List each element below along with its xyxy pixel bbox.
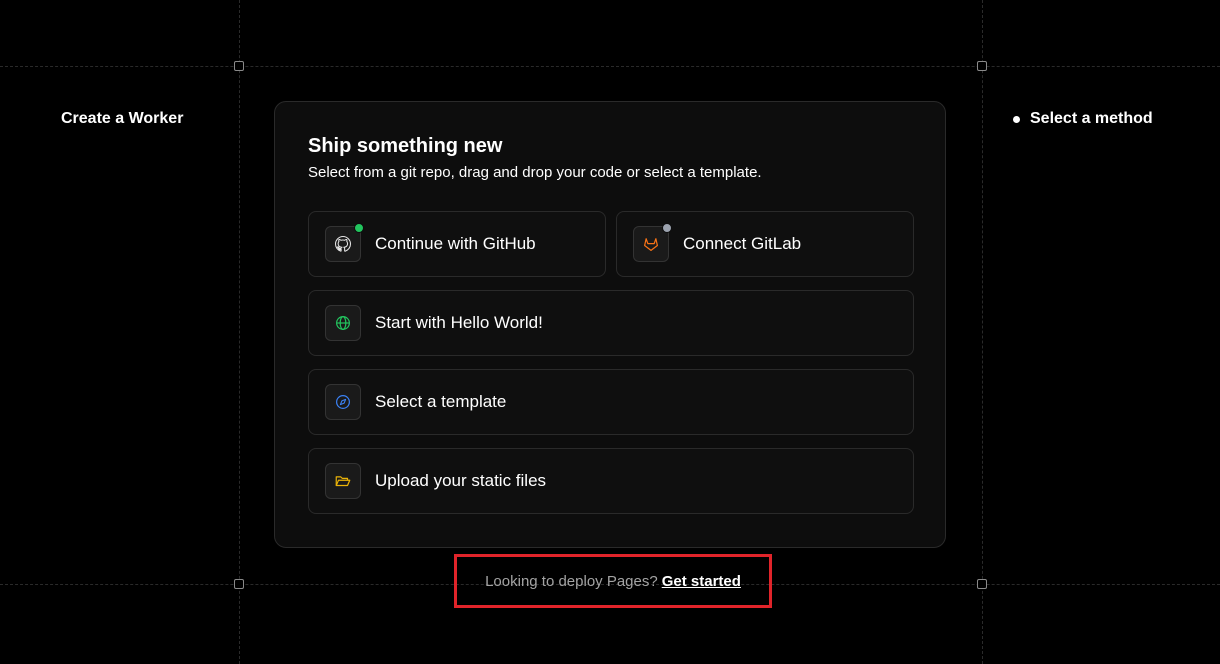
guide-line-right — [982, 0, 983, 664]
get-started-link[interactable]: Get started — [662, 573, 741, 590]
continue-with-github-button[interactable]: Continue with GitHub — [308, 211, 606, 277]
guide-line-top — [0, 66, 1220, 67]
globe-icon — [336, 316, 350, 330]
gitlab-icon-box — [633, 223, 672, 262]
page: Create a Worker Select a method Ship som… — [0, 0, 1220, 664]
start-hello-world-button[interactable]: Start with Hello World! — [308, 290, 914, 356]
guide-line-left — [239, 0, 240, 664]
globe-icon-box — [325, 305, 361, 341]
gitlab-icon — [644, 238, 658, 251]
connect-gitlab-button[interactable]: Connect GitLab — [616, 211, 914, 277]
select-template-button[interactable]: Select a template — [308, 369, 914, 435]
card-title: Ship something new — [308, 135, 503, 157]
corner-marker — [977, 579, 987, 589]
card-subtitle: Select from a git repo, drag and drop yo… — [308, 164, 762, 181]
corner-marker — [234, 579, 244, 589]
corner-marker — [977, 61, 987, 71]
github-icon-box — [325, 223, 364, 262]
folder-open-icon — [335, 476, 351, 487]
connected-status-dot — [354, 223, 364, 233]
corner-marker — [234, 61, 244, 71]
github-icon — [334, 235, 352, 252]
page-title: Create a Worker — [61, 110, 184, 127]
compass-icon — [336, 395, 350, 409]
hello-world-label: Start with Hello World! — [375, 313, 543, 332]
gitlab-label: Connect GitLab — [683, 234, 802, 253]
folder-icon-box — [325, 463, 361, 499]
deploy-pages-text: Looking to deploy Pages? — [485, 572, 658, 590]
github-label: Continue with GitHub — [375, 234, 536, 253]
disconnected-status-dot — [662, 223, 672, 233]
compass-icon-box — [325, 384, 361, 420]
template-label: Select a template — [375, 392, 507, 411]
upload-static-files-button[interactable]: Upload your static files — [308, 448, 914, 514]
deploy-pages-callout: Looking to deploy Pages? Get started — [454, 554, 772, 608]
step-label: Select a method — [1030, 110, 1153, 127]
step-dot-icon — [1013, 115, 1020, 123]
upload-label: Upload your static files — [375, 471, 547, 490]
step-indicator: Select a method — [1013, 110, 1153, 128]
method-card: Ship something new Select from a git rep… — [274, 101, 946, 548]
